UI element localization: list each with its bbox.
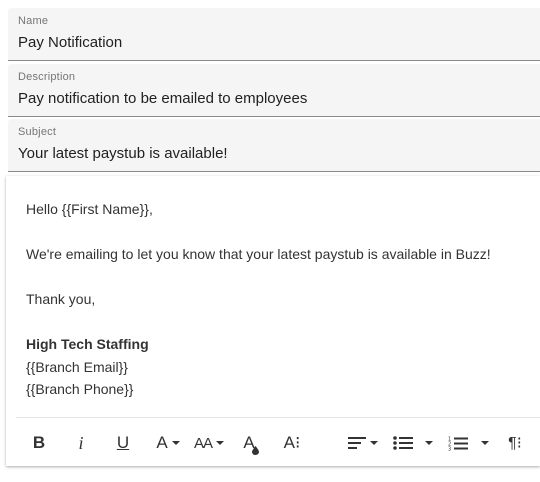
closing-line: Thank you,	[26, 291, 96, 307]
signature-company: High Tech Staffing	[26, 336, 149, 352]
italic-icon: i	[78, 432, 84, 453]
font-size-icon: AA	[193, 433, 213, 453]
numbered-list-icon: 1 2 3	[448, 436, 468, 451]
description-field[interactable]: Description Pay notification to be email…	[8, 64, 540, 117]
svg-text:3: 3	[448, 446, 451, 451]
bullet-list-button[interactable]	[392, 426, 414, 460]
toolbar-divider	[16, 417, 540, 418]
name-input[interactable]: Pay Notification	[18, 34, 122, 51]
signature-phone: {{Branch Phone}}	[26, 381, 134, 397]
chevron-down-icon	[425, 441, 433, 445]
font-family-icon: A	[156, 433, 168, 452]
signature-email: {{Branch Email}}	[26, 358, 128, 375]
font-size-glyph: AA	[193, 435, 213, 452]
subject-input[interactable]: Your latest paystub is available!	[18, 145, 228, 162]
chevron-down-icon	[171, 441, 180, 445]
more-text-button[interactable]: A⁝	[280, 426, 304, 460]
paragraph-icon: ¶⁝	[508, 435, 522, 452]
underline-button[interactable]: U	[112, 426, 134, 460]
more-paragraph-button[interactable]: ¶⁝	[502, 426, 528, 460]
greeting-line: Hello {{First Name}},	[26, 201, 153, 217]
numbered-list-button[interactable]: 1 2 3	[446, 426, 470, 460]
align-button[interactable]	[346, 426, 380, 460]
chevron-down-icon	[481, 441, 489, 445]
email-body-editor[interactable]: Hello {{First Name}}, We're emailing to …	[6, 176, 540, 466]
bullet-list-dropdown[interactable]	[422, 426, 436, 460]
name-field[interactable]: Name Pay Notification	[8, 8, 540, 61]
underline-icon: U	[116, 433, 130, 452]
drop-icon	[251, 446, 259, 455]
italic-button[interactable]: i	[70, 426, 92, 460]
align-left-icon	[348, 437, 366, 449]
bold-button[interactable]: B	[28, 426, 50, 460]
chevron-down-icon	[370, 441, 378, 445]
message-line: We're emailing to let you know that your…	[26, 246, 491, 262]
more-text-icon: A⁝	[283, 433, 301, 452]
description-input[interactable]: Pay notification to be emailed to employ…	[18, 90, 307, 107]
description-label: Description	[18, 71, 76, 83]
text-color-button[interactable]: A	[238, 426, 260, 460]
formatting-toolbar: B i U A AA A A⁝ 1 2 3 ¶⁝	[6, 426, 540, 460]
bold-icon: B	[32, 433, 46, 452]
editor-content[interactable]: Hello {{First Name}}, We're emailing to …	[26, 198, 491, 401]
numbered-list-dropdown[interactable]	[478, 426, 492, 460]
font-family-button[interactable]: A	[152, 426, 184, 460]
bullet-list-icon	[393, 436, 413, 450]
font-size-button[interactable]: AA	[192, 426, 226, 460]
subject-label: Subject	[18, 126, 57, 138]
name-label: Name	[18, 15, 49, 27]
subject-field[interactable]: Subject Your latest paystub is available…	[8, 119, 540, 172]
chevron-down-icon	[216, 441, 224, 445]
text-color-icon: A	[243, 433, 259, 455]
